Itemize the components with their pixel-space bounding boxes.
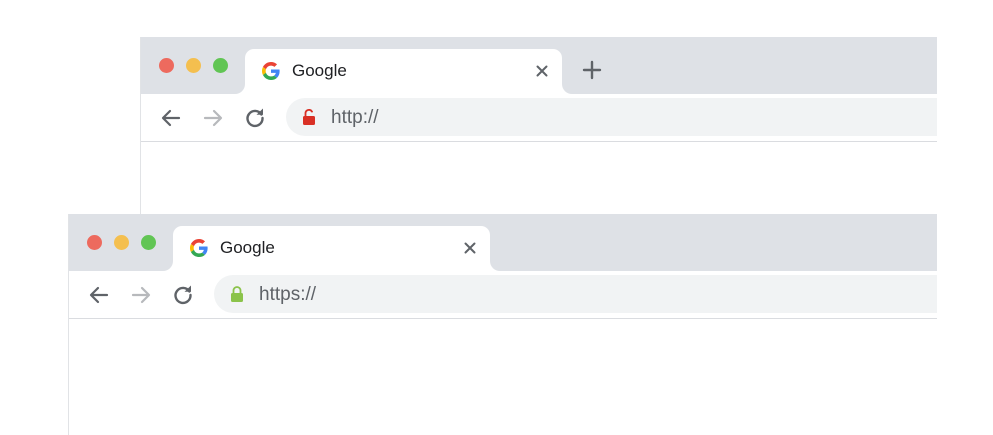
- navigation-toolbar: https://: [69, 271, 937, 319]
- arrow-right-icon[interactable]: [201, 106, 225, 130]
- screenshot-stage: Google http:// Google https://: [0, 0, 993, 435]
- reload-icon[interactable]: [243, 106, 267, 130]
- window-controls: [159, 58, 228, 73]
- maximize-window-button[interactable]: [213, 58, 228, 73]
- minimize-window-button[interactable]: [186, 58, 201, 73]
- window-controls: [87, 235, 156, 250]
- google-g-icon: [190, 239, 208, 257]
- close-icon[interactable]: [462, 240, 478, 256]
- tab-title: Google: [292, 61, 347, 80]
- close-window-button[interactable]: [87, 235, 102, 250]
- lock-secure-icon[interactable]: [230, 286, 244, 302]
- maximize-window-button[interactable]: [141, 235, 156, 250]
- reload-icon[interactable]: [171, 283, 195, 307]
- google-g-icon: [262, 62, 280, 80]
- arrow-left-icon[interactable]: [87, 283, 111, 307]
- navigation-toolbar: http://: [141, 94, 937, 142]
- arrow-right-icon[interactable]: [129, 283, 153, 307]
- address-bar[interactable]: https://: [214, 275, 937, 313]
- address-bar[interactable]: http://: [286, 98, 937, 136]
- tab-title: Google: [220, 238, 275, 257]
- browser-tab[interactable]: Google: [245, 49, 562, 94]
- lock-insecure-icon[interactable]: [302, 109, 316, 125]
- title-bar: Google: [141, 37, 937, 94]
- url-text: https://: [259, 284, 317, 305]
- browser-tab[interactable]: Google: [173, 226, 490, 271]
- close-icon[interactable]: [534, 63, 550, 79]
- minimize-window-button[interactable]: [114, 235, 129, 250]
- title-bar: Google: [69, 214, 937, 271]
- close-window-button[interactable]: [159, 58, 174, 73]
- browser-window-https: Google https://: [68, 214, 937, 435]
- plus-icon[interactable]: [581, 59, 603, 81]
- url-text: http://: [331, 107, 379, 128]
- arrow-left-icon[interactable]: [159, 106, 183, 130]
